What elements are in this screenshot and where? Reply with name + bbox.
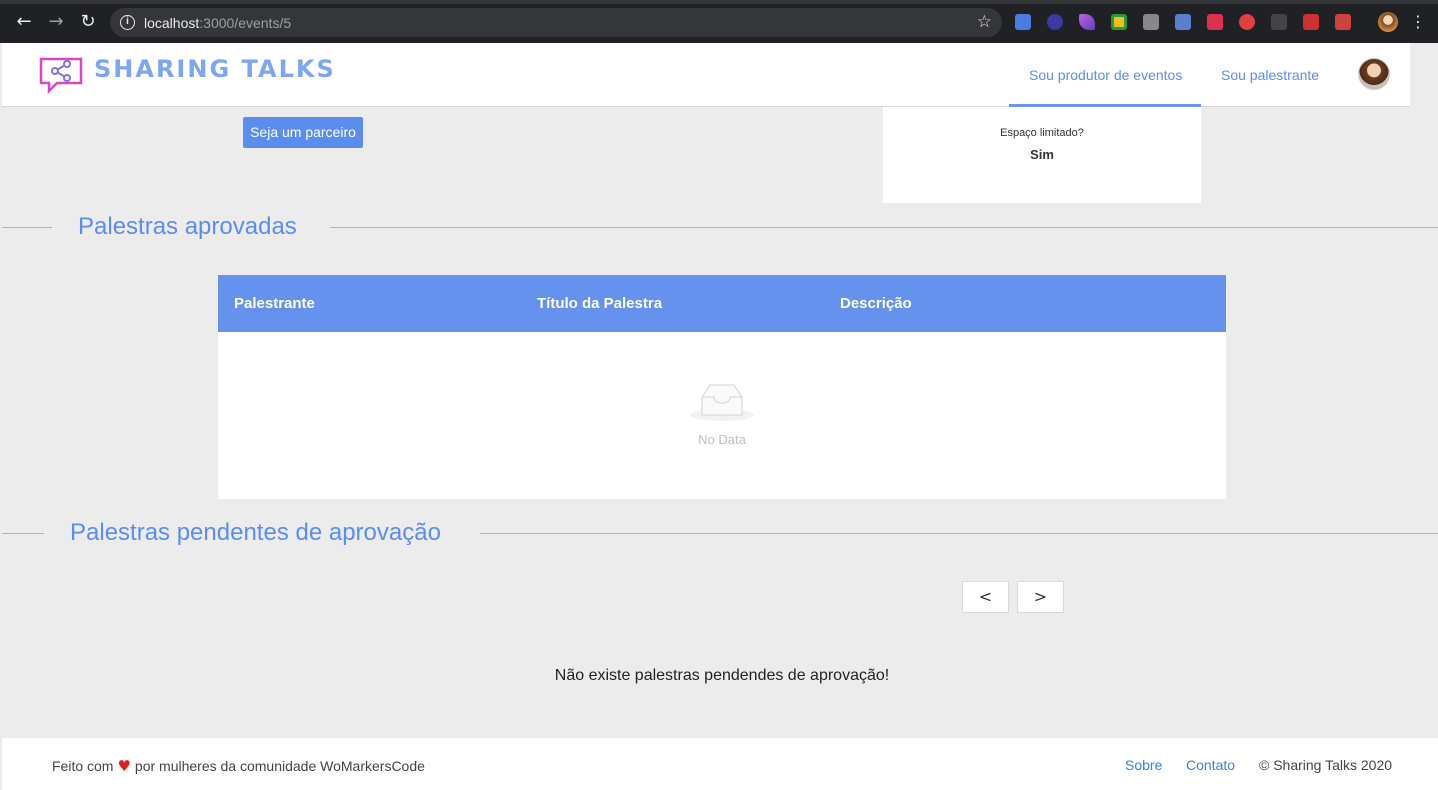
browser-profile-avatar[interactable] xyxy=(1378,12,1398,32)
feather-extension-icon[interactable] xyxy=(1079,14,1095,30)
pocket-extension-icon[interactable] xyxy=(1207,14,1223,30)
user-avatar[interactable] xyxy=(1358,58,1390,90)
back-arrow-icon[interactable]: ← xyxy=(14,12,34,32)
translate-extension-icon[interactable] xyxy=(1015,14,1031,30)
section-divider-left xyxy=(2,227,52,228)
logo-text[interactable]: SHARING TALKS xyxy=(94,55,336,83)
logo-share-icon[interactable] xyxy=(37,55,85,95)
bookmark-star-icon[interactable]: ☆ xyxy=(977,12,992,32)
reload-icon[interactable]: ↻ xyxy=(78,12,98,32)
carousel-next-button[interactable]: > xyxy=(1017,581,1064,613)
column-header-description[interactable]: Descrição xyxy=(840,295,912,312)
json-extension-icon[interactable] xyxy=(1271,14,1287,30)
approved-talks-table: Palestrante Título da Palestra Descrição… xyxy=(218,275,1226,499)
forward-arrow-icon[interactable]: → xyxy=(46,12,66,32)
approved-section-title: Palestras aprovadas xyxy=(78,213,297,240)
limited-space-card: Espaço limitado? Sim xyxy=(883,107,1201,203)
info-icon[interactable]: i xyxy=(120,15,135,30)
footer-about-link[interactable]: Sobre xyxy=(1125,757,1162,773)
tab-strip xyxy=(0,0,1438,4)
section-divider-right xyxy=(480,533,1438,534)
empty-table-text: No Data xyxy=(698,432,746,447)
nav-producer[interactable]: Sou produtor de eventos xyxy=(1029,67,1182,83)
column-header-title[interactable]: Título da Palestra xyxy=(537,295,662,312)
limited-space-label: Espaço limitado? xyxy=(1000,127,1084,139)
footer-contact-link[interactable]: Contato xyxy=(1186,757,1235,773)
pending-section-title: Palestras pendentes de aprovação xyxy=(70,519,441,546)
empty-inbox-icon xyxy=(690,384,754,421)
section-divider-right xyxy=(330,227,1438,228)
heart-icon: ♥ xyxy=(117,757,131,775)
footer: Feito com ♥ por mulheres da comunidade WoM… xyxy=(2,738,1438,790)
section-divider-left xyxy=(2,533,44,534)
browser-chrome: ← → ↻ i localhost:3000/events/5 ☆ ⋮ xyxy=(0,0,1438,43)
app-header: SHARING TALKS Sou produtor de eventos So… xyxy=(2,43,1410,107)
carousel-prev-button[interactable]: < xyxy=(962,581,1009,613)
pending-empty-message: Não existe palestras pendendes de aprova… xyxy=(554,667,890,684)
url-host: localhost xyxy=(144,15,200,31)
document-extension-icon[interactable] xyxy=(1143,14,1159,30)
limited-space-value: Sim xyxy=(1030,147,1054,162)
table-header: Palestrante Título da Palestra Descrição xyxy=(218,275,1226,332)
puzzle-red-extension-icon[interactable] xyxy=(1303,14,1319,30)
url-path: :3000/events/5 xyxy=(199,15,292,31)
gift-extension-icon[interactable] xyxy=(1335,14,1351,30)
pen-extension-icon[interactable] xyxy=(1175,14,1191,30)
k-extension-icon[interactable] xyxy=(1047,14,1063,30)
browser-menu-icon[interactable]: ⋮ xyxy=(1410,12,1426,31)
footer-made-suffix: por mulheres da comunidade WoMarkersCode xyxy=(134,758,425,774)
classroom-extension-icon[interactable] xyxy=(1111,14,1127,30)
footer-credits: Feito com ♥ por mulheres da comunidade WoM… xyxy=(52,757,425,775)
column-header-speaker[interactable]: Palestrante xyxy=(234,295,315,312)
footer-copyright: © Sharing Talks 2020 xyxy=(1259,757,1393,773)
address-bar[interactable]: i localhost:3000/events/5 ☆ xyxy=(110,8,1002,37)
target-extension-icon[interactable] xyxy=(1239,14,1255,30)
partner-button[interactable]: Seja um parceiro xyxy=(243,117,363,148)
footer-made-prefix: Feito com xyxy=(52,758,114,774)
address-url[interactable]: localhost:3000/events/5 xyxy=(144,15,291,31)
nav-speaker[interactable]: Sou palestrante xyxy=(1221,67,1319,83)
